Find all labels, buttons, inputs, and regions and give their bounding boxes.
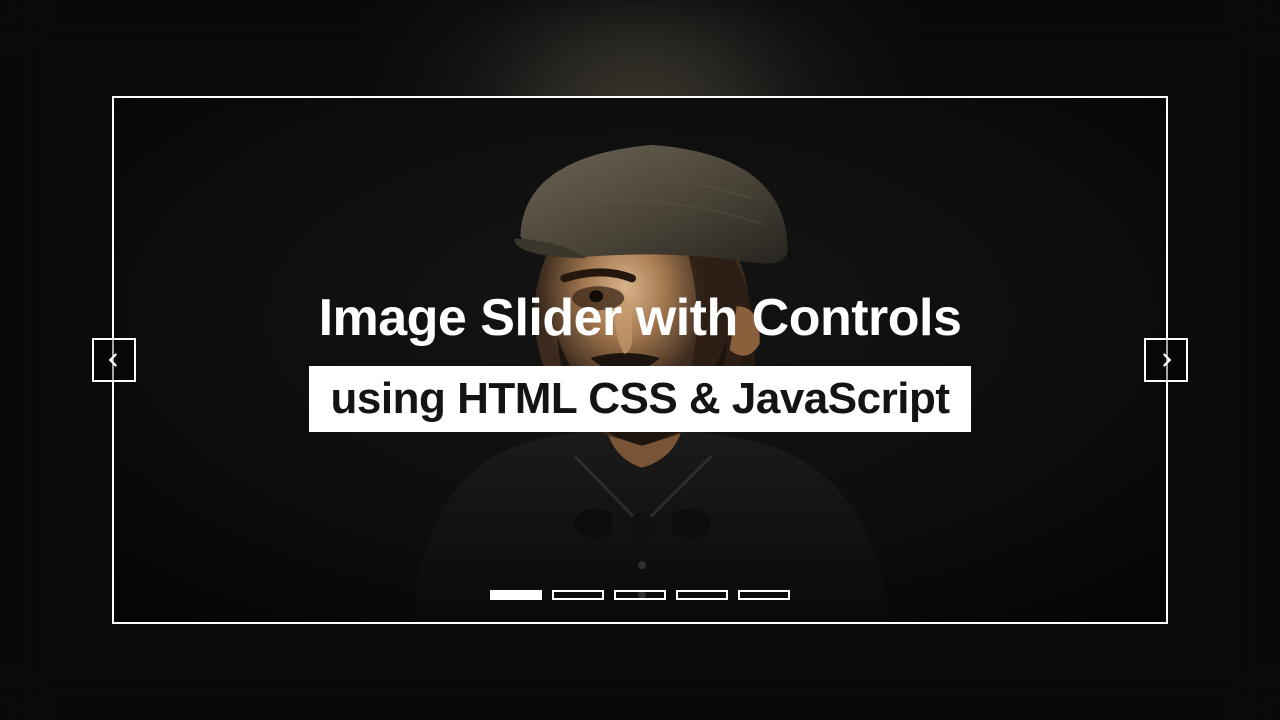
slide-indicator[interactable] (614, 590, 666, 600)
slider-frame: Image Slider with Controls using HTML CS… (112, 96, 1168, 624)
slide-indicator[interactable] (552, 590, 604, 600)
slide-indicator[interactable] (490, 590, 542, 600)
slide-indicator[interactable] (676, 590, 728, 600)
slide-indicators (490, 590, 790, 600)
slide-title: Image Slider with Controls (319, 288, 962, 348)
slide-indicator[interactable] (738, 590, 790, 600)
chevron-left-icon (105, 351, 123, 369)
slide-subtitle: using HTML CSS & JavaScript (309, 366, 972, 432)
next-button[interactable] (1144, 338, 1188, 382)
slide-caption: Image Slider with Controls using HTML CS… (114, 98, 1166, 622)
chevron-right-icon (1157, 351, 1175, 369)
prev-button[interactable] (92, 338, 136, 382)
